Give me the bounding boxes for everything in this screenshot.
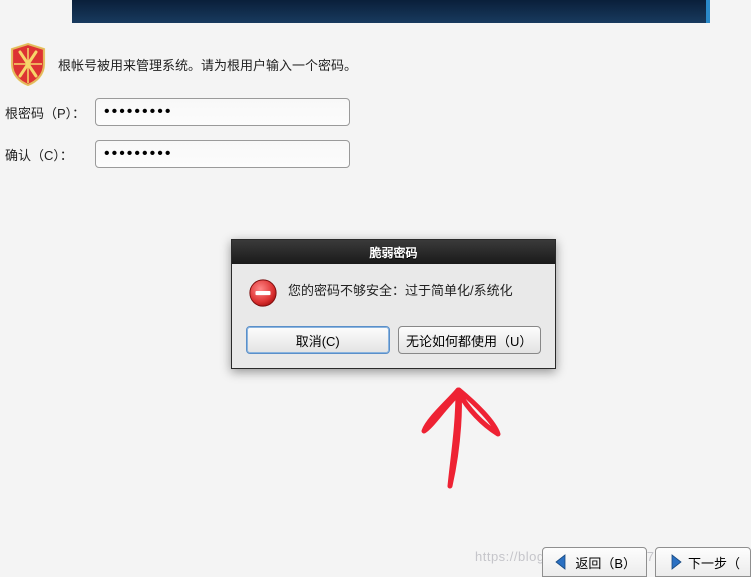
- error-icon: [248, 278, 278, 308]
- dialog-button-row: 取消(C) 无论如何都使用（U）: [232, 320, 555, 368]
- confirm-label: 确认（C）：: [5, 145, 95, 164]
- root-password-input[interactable]: [95, 98, 350, 126]
- arrow-right-icon: [666, 553, 684, 571]
- hand-drawn-arrow: [410, 386, 510, 496]
- weak-password-dialog: 脆弱密码 您的密码不够安全：过于简单化/系统化 取消(C) 无论如何都使用（U）: [231, 239, 556, 369]
- use-anyway-button[interactable]: 无论如何都使用（U）: [398, 326, 542, 354]
- dialog-message: 您的密码不够安全：过于简单化/系统化: [288, 278, 513, 299]
- top-banner: [72, 0, 710, 23]
- arrow-left-icon: [553, 553, 571, 571]
- cancel-button[interactable]: 取消(C): [246, 326, 390, 354]
- password-form: 根密码（P）： 确认（C）：: [5, 98, 350, 168]
- header-row: 根帐号被用来管理系统。请为根用户输入一个密码。: [8, 42, 357, 86]
- dialog-title: 脆弱密码: [232, 240, 555, 264]
- dialog-body: 您的密码不够安全：过于简单化/系统化: [232, 264, 555, 320]
- back-button[interactable]: 返回（B）: [542, 547, 647, 577]
- next-button-label: 下一步（: [688, 553, 740, 572]
- root-shield-icon: [8, 42, 48, 86]
- back-button-label: 返回（B）: [575, 553, 636, 572]
- next-button[interactable]: 下一步（: [655, 547, 751, 577]
- root-prompt-text: 根帐号被用来管理系统。请为根用户输入一个密码。: [58, 55, 357, 74]
- confirm-password-input[interactable]: [95, 140, 350, 168]
- wizard-nav: 返回（B） 下一步（: [542, 547, 751, 577]
- password-label: 根密码（P）：: [5, 103, 95, 122]
